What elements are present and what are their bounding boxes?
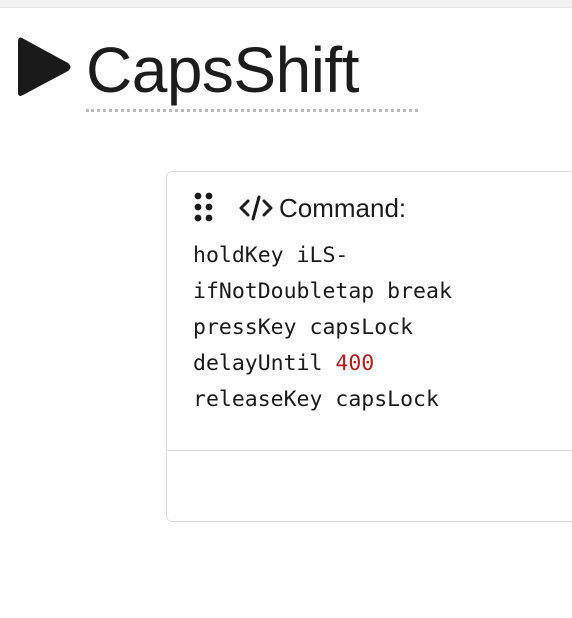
code-line: pressKey capsLock [193, 315, 414, 340]
command-card: Command: holdKey iLS-ifNotDoubletap brea… [166, 171, 572, 522]
code-icon [239, 194, 273, 222]
code-line: ifNotDoubletap break [193, 279, 452, 304]
code-line: releaseKey capsLock [193, 387, 439, 412]
drag-handle-icon[interactable] [193, 191, 215, 225]
title-underline [86, 109, 418, 112]
card-label: Command: [279, 192, 407, 223]
code-keyword: delayUntil [193, 351, 336, 376]
play-icon[interactable] [16, 34, 74, 100]
page-header [16, 34, 74, 100]
code-number: 400 [335, 351, 375, 376]
card-header: Command: [193, 190, 406, 226]
page-title[interactable]: CapsShift [86, 30, 359, 110]
code-block[interactable]: holdKey iLS-ifNotDoubletap break pressKey… [193, 238, 572, 418]
code-line: delayUntil 400 [193, 346, 572, 382]
card-footer [167, 451, 572, 521]
top-divider [0, 0, 572, 8]
code-line: holdKey iLS- [193, 243, 349, 268]
